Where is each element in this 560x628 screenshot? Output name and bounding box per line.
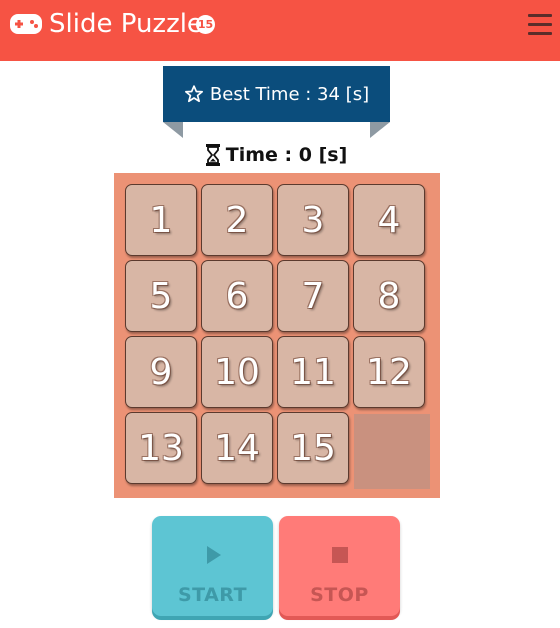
app-header: Slide Puzzle 15 — [0, 0, 560, 61]
timer-text: Time : 0 [s] — [225, 144, 348, 166]
puzzle-tile[interactable]: 9 — [125, 336, 197, 408]
banner-fold-right — [370, 122, 390, 138]
stop-button[interactable]: STOP — [279, 516, 400, 616]
puzzle-tile[interactable]: 15 — [277, 412, 349, 484]
star-icon — [184, 85, 203, 103]
puzzle-tile[interactable]: 5 — [125, 260, 197, 332]
best-time-text: Best Time : 34 [s] — [209, 83, 370, 105]
hamburger-menu-icon[interactable] — [528, 14, 552, 36]
best-time-banner: Best Time : 34 [s] — [163, 66, 390, 122]
puzzle-tile[interactable]: 3 — [277, 184, 349, 256]
empty-slot — [354, 414, 430, 489]
app-title: Slide Puzzle — [49, 9, 203, 39]
puzzle-size-badge: 15 — [196, 15, 215, 34]
play-icon — [206, 546, 221, 564]
banner-fold-left — [163, 122, 183, 138]
hourglass-icon — [205, 144, 220, 166]
puzzle-tile[interactable]: 14 — [201, 412, 273, 484]
puzzle-tile[interactable]: 13 — [125, 412, 197, 484]
stop-button-label: STOP — [310, 584, 369, 606]
puzzle-tile[interactable]: 6 — [201, 260, 273, 332]
puzzle-tile[interactable]: 4 — [353, 184, 425, 256]
puzzle-tile[interactable]: 10 — [201, 336, 273, 408]
gamepad-icon — [10, 14, 42, 34]
puzzle-tile[interactable]: 11 — [277, 336, 349, 408]
puzzle-tile[interactable]: 8 — [353, 260, 425, 332]
timer: Time : 0 [s] — [0, 144, 552, 166]
stop-icon — [331, 547, 348, 563]
start-button[interactable]: START — [152, 516, 273, 616]
puzzle-tile[interactable]: 12 — [353, 336, 425, 408]
puzzle-tile[interactable]: 2 — [201, 184, 273, 256]
puzzle-board: 1 2 3 4 5 6 7 8 9 10 11 12 13 14 15 — [114, 173, 440, 498]
start-button-label: START — [177, 584, 248, 606]
puzzle-tile[interactable]: 7 — [277, 260, 349, 332]
puzzle-tile[interactable]: 1 — [125, 184, 197, 256]
